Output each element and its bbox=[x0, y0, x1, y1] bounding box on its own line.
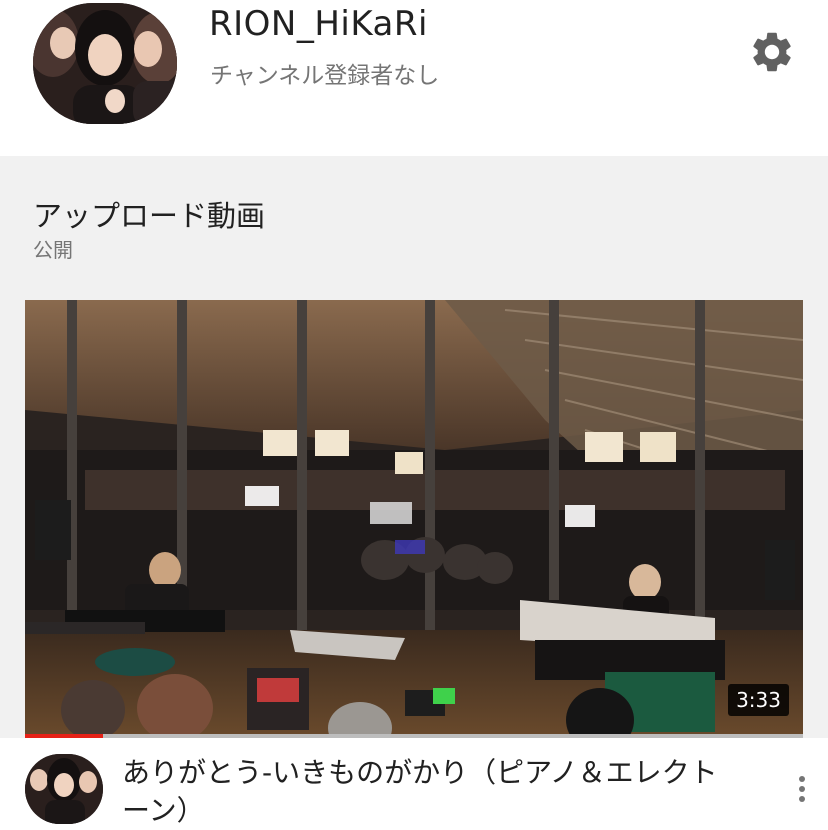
avatar-photo-small bbox=[25, 754, 103, 824]
video-info-row: ありがとう-いきものがかり（ピアノ＆エレクトーン） bbox=[0, 738, 828, 828]
video-title[interactable]: ありがとう-いきものがかり（ピアノ＆エレクトーン） bbox=[122, 754, 742, 830]
gear-icon[interactable] bbox=[748, 28, 796, 76]
subscriber-count: チャンネル登録者なし bbox=[210, 63, 440, 89]
channel-avatar[interactable] bbox=[33, 3, 177, 124]
visibility-label: 公開 bbox=[33, 238, 73, 262]
thumbnail-image bbox=[25, 300, 803, 738]
video-channel-avatar[interactable] bbox=[25, 754, 103, 824]
channel-name: RION_HiKaRi bbox=[209, 4, 428, 44]
uploads-section: アップロード動画 公開 3:33 ありがとう-いきものがかり（ピアノ＆エレクトー… bbox=[0, 156, 828, 828]
avatar-photo bbox=[33, 3, 177, 124]
video-duration: 3:33 bbox=[728, 684, 789, 716]
video-thumbnail[interactable]: 3:33 bbox=[25, 300, 803, 738]
channel-header: RION_HiKaRi チャンネル登録者なし bbox=[0, 0, 828, 156]
more-vert-icon[interactable] bbox=[790, 770, 814, 810]
section-title: アップロード動画 bbox=[33, 199, 266, 233]
